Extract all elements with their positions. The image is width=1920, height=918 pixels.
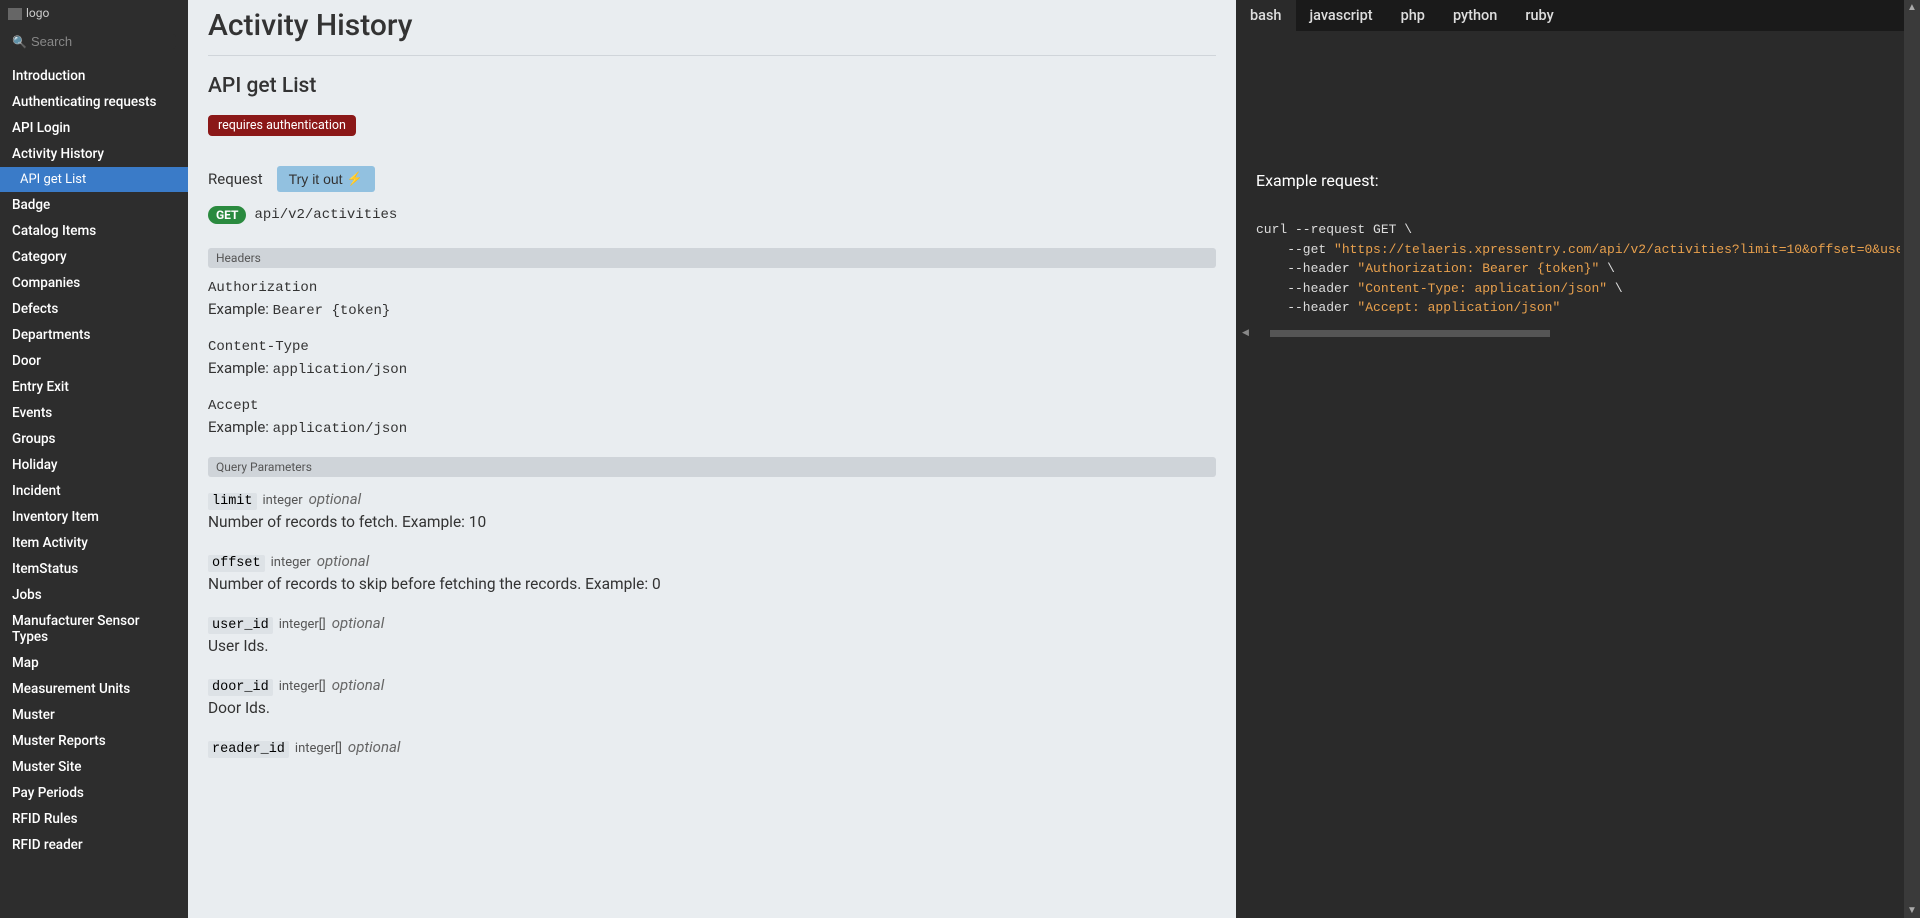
nav-item[interactable]: Badge bbox=[0, 192, 188, 218]
param-type: integer[] bbox=[279, 617, 326, 632]
search-input[interactable] bbox=[31, 34, 176, 49]
section-title: API get List bbox=[208, 74, 1216, 98]
logo-icon bbox=[8, 8, 22, 20]
param-optional: optional bbox=[332, 614, 385, 632]
nav-item[interactable]: Muster bbox=[0, 702, 188, 728]
header-example: Example: application/json bbox=[208, 359, 1216, 378]
search-box: 🔍 bbox=[0, 26, 188, 57]
nav-item[interactable]: Holiday bbox=[0, 452, 188, 478]
param-item: door_id integer[] optional Door Ids. bbox=[208, 675, 1216, 717]
nav-item[interactable]: Muster Site bbox=[0, 754, 188, 780]
param-name: reader_id bbox=[208, 741, 289, 758]
method-badge: GET bbox=[208, 206, 246, 224]
nav-item[interactable]: Measurement Units bbox=[0, 676, 188, 702]
lang-tab-javascript[interactable]: javascript bbox=[1296, 0, 1387, 31]
code-block: curl --request GET \ --get "https://tela… bbox=[1256, 220, 1900, 318]
endpoint-path: api/v2/activities bbox=[254, 207, 397, 223]
logo: logo bbox=[0, 0, 188, 26]
scroll-up-icon[interactable]: ▲ bbox=[1907, 2, 1917, 13]
param-name: user_id bbox=[208, 617, 273, 634]
header-example: Example: application/json bbox=[208, 418, 1216, 437]
param-type: integer[] bbox=[295, 741, 342, 756]
lang-tabs: bashjavascriptphppythonruby bbox=[1236, 0, 1920, 31]
param-optional: optional bbox=[332, 676, 385, 694]
param-name: offset bbox=[208, 555, 265, 572]
tryit-button[interactable]: Try it out ⚡ bbox=[277, 166, 375, 192]
nav-item[interactable]: Activity History bbox=[0, 141, 188, 167]
scroll-left-icon[interactable]: ◀ bbox=[1242, 328, 1249, 338]
nav-item[interactable]: Inventory Item bbox=[0, 504, 188, 530]
nav-item[interactable]: Authenticating requests bbox=[0, 89, 188, 115]
nav-item[interactable]: Companies bbox=[0, 270, 188, 296]
nav-item[interactable]: ItemStatus bbox=[0, 556, 188, 582]
param-description: Number of records to fetch. Example: 10 bbox=[208, 513, 1216, 531]
param-type: integer bbox=[271, 555, 311, 570]
lang-tab-bash[interactable]: bash bbox=[1236, 0, 1296, 31]
nav-item[interactable]: Manufacturer Sensor Types bbox=[0, 608, 188, 650]
nav-item[interactable]: Groups bbox=[0, 426, 188, 452]
param-description: User Ids. bbox=[208, 637, 1216, 655]
nav-item[interactable]: Door bbox=[0, 348, 188, 374]
header-name: Authorization bbox=[208, 280, 1216, 296]
nav-item[interactable]: Events bbox=[0, 400, 188, 426]
nav-item[interactable]: Map bbox=[0, 650, 188, 676]
nav-item[interactable]: Defects bbox=[0, 296, 188, 322]
logo-text: logo bbox=[26, 6, 49, 20]
lang-tab-php[interactable]: php bbox=[1387, 0, 1439, 31]
param-type: integer[] bbox=[279, 679, 326, 694]
lang-tab-python[interactable]: python bbox=[1439, 0, 1511, 31]
nav-item[interactable]: Category bbox=[0, 244, 188, 270]
param-optional: optional bbox=[317, 552, 370, 570]
nav-item[interactable]: Incident bbox=[0, 478, 188, 504]
header-example: Example: Bearer {token} bbox=[208, 300, 1216, 319]
search-icon: 🔍 bbox=[12, 35, 27, 49]
headers-section-header: Headers bbox=[208, 248, 1216, 268]
nav-item[interactable]: Jobs bbox=[0, 582, 188, 608]
auth-badge: requires authentication bbox=[208, 115, 356, 136]
nav-item[interactable]: RFID reader bbox=[0, 832, 188, 858]
header-name: Content-Type bbox=[208, 339, 1216, 355]
nav-item[interactable]: API Login bbox=[0, 115, 188, 141]
param-description: Door Ids. bbox=[208, 699, 1216, 717]
nav-item[interactable]: Muster Reports bbox=[0, 728, 188, 754]
nav-item[interactable]: Pay Periods bbox=[0, 780, 188, 806]
vertical-scrollbar[interactable]: ▲ ▼ bbox=[1904, 0, 1920, 918]
page-title: Activity History bbox=[208, 0, 1216, 56]
nav-subitem-active[interactable]: API get List bbox=[0, 167, 188, 192]
param-item: offset integer optional Number of records t… bbox=[208, 551, 1216, 593]
header-item: Content-Type Example: application/json bbox=[208, 339, 1216, 378]
param-optional: optional bbox=[348, 738, 401, 756]
request-label: Request bbox=[208, 170, 263, 188]
example-request-title: Example request: bbox=[1256, 171, 1900, 190]
header-item: Authorization Example: Bearer {token} bbox=[208, 280, 1216, 319]
header-name: Accept bbox=[208, 398, 1216, 414]
param-type: integer bbox=[263, 493, 303, 508]
query-section-header: Query Parameters bbox=[208, 457, 1216, 477]
param-name: door_id bbox=[208, 679, 273, 696]
nav-item[interactable]: Item Activity bbox=[0, 530, 188, 556]
nav-item[interactable]: RFID Rules bbox=[0, 806, 188, 832]
bolt-icon: ⚡ bbox=[347, 171, 363, 187]
sidebar: logo 🔍 IntroductionAuthenticating reques… bbox=[0, 0, 188, 918]
scroll-down-icon[interactable]: ▼ bbox=[1907, 905, 1917, 916]
horizontal-scrollbar[interactable] bbox=[1270, 330, 1550, 337]
main-panel: Activity History API get List requires a… bbox=[188, 0, 1236, 918]
nav-item[interactable]: Entry Exit bbox=[0, 374, 188, 400]
param-item: user_id integer[] optional User Ids. bbox=[208, 613, 1216, 655]
nav-item[interactable]: Introduction bbox=[0, 63, 188, 89]
nav-item[interactable]: Departments bbox=[0, 322, 188, 348]
nav-item[interactable]: Catalog Items bbox=[0, 218, 188, 244]
content-area: Activity History API get List requires a… bbox=[188, 0, 1920, 918]
param-item: reader_id integer[] optional bbox=[208, 737, 1216, 757]
param-optional: optional bbox=[309, 490, 362, 508]
param-item: limit integer optional Number of records to… bbox=[208, 489, 1216, 531]
header-item: Accept Example: application/json bbox=[208, 398, 1216, 437]
param-description: Number of records to skip before fetchin… bbox=[208, 575, 1216, 593]
param-name: limit bbox=[208, 493, 257, 510]
lang-tab-ruby[interactable]: ruby bbox=[1511, 0, 1567, 31]
code-panel: bashjavascriptphppythonruby Example requ… bbox=[1236, 0, 1920, 918]
